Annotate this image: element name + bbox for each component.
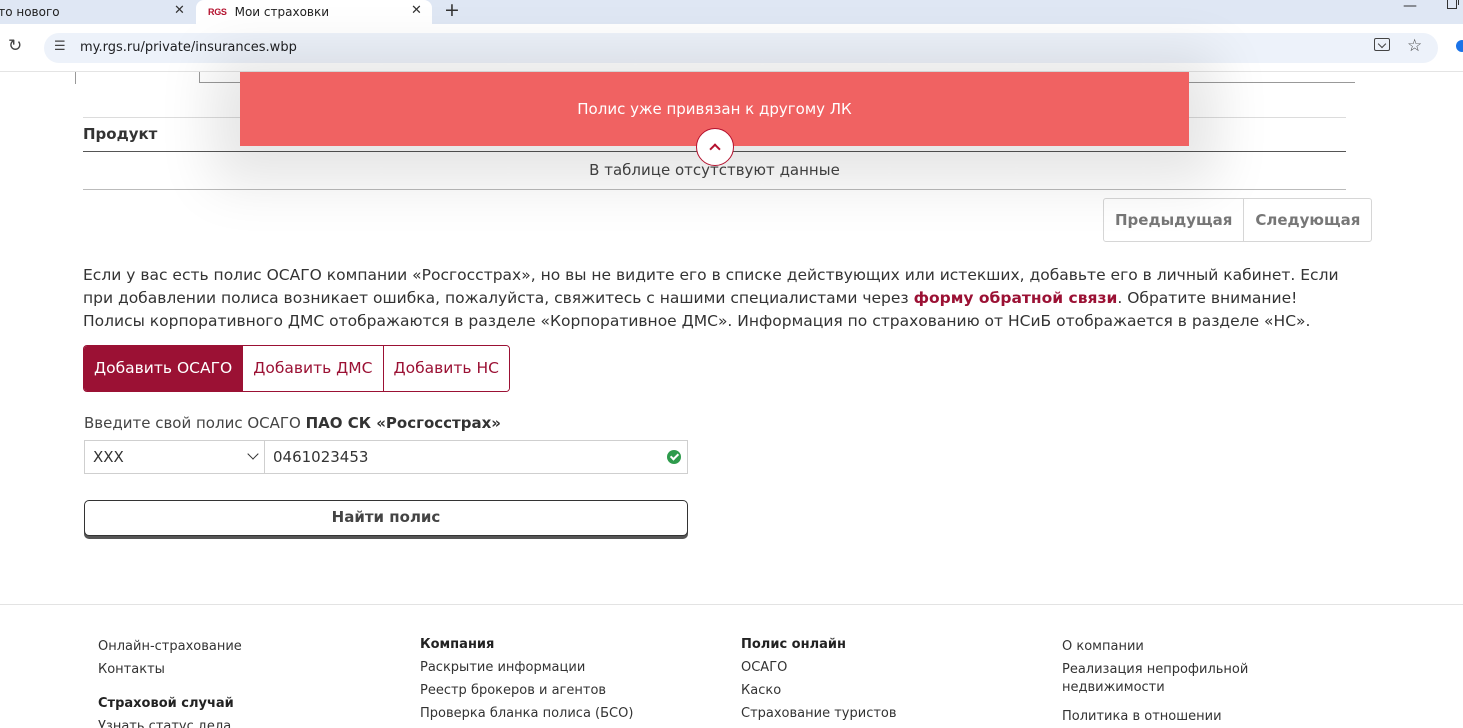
footer-link[interactable]: Контакты bbox=[98, 658, 242, 681]
footer-link[interactable]: Раскрытие информации bbox=[420, 656, 633, 679]
tab-add-osago[interactable]: Добавить ОСАГО bbox=[84, 346, 243, 391]
install-app-icon[interactable] bbox=[1374, 38, 1390, 51]
find-policy-button[interactable]: Найти полис bbox=[84, 500, 688, 536]
column-header-product[interactable]: Продукт bbox=[83, 125, 157, 143]
footer-link[interactable]: Политика в отношении обработки bbox=[1062, 705, 1292, 728]
tab-panel-border bbox=[75, 72, 76, 84]
footer-link[interactable]: Проверка бланка полиса (БСО) bbox=[420, 702, 633, 725]
error-message: Полис уже привязан к другому ЛК bbox=[577, 100, 852, 118]
label-company: ПАО СК «Росгосстрах» bbox=[305, 414, 501, 432]
footer-heading: Страховой случай bbox=[98, 696, 234, 711]
browser-toolbar: ↻ ☰ my.rgs.ru/private/insurances.wbp ☆ bbox=[0, 24, 1463, 72]
policy-series-select[interactable]: XXX bbox=[84, 440, 265, 474]
pagination: Предыдущая Следующая bbox=[1103, 198, 1373, 242]
browser-tab-strip: Что нового ✕ RGS Мои страховки ✕ + — bbox=[0, 0, 1463, 24]
tab-add-ns[interactable]: Добавить НС bbox=[382, 346, 509, 391]
close-icon[interactable]: ✕ bbox=[174, 3, 185, 18]
footer-link[interactable]: Реализация непрофильной недвижимости bbox=[1062, 661, 1292, 697]
footer-column-4: О компании Реализация непрофильной недви… bbox=[1062, 635, 1292, 728]
bookmark-star-icon[interactable]: ☆ bbox=[1407, 36, 1422, 56]
footer-column-2: Компания Раскрытие информации Реестр бро… bbox=[420, 633, 633, 725]
collapse-notification-chevron-up-icon[interactable] bbox=[696, 128, 734, 166]
feedback-form-link[interactable]: форму обратной связи bbox=[914, 289, 1118, 307]
new-tab-plus-icon[interactable]: + bbox=[444, 0, 460, 21]
footer-column-1: Онлайн-страхование Контакты Страховой сл… bbox=[98, 635, 242, 728]
footer-link[interactable]: Онлайн-страхование bbox=[98, 635, 242, 658]
footer-link[interactable]: О компании bbox=[1062, 635, 1292, 658]
rgs-favicon-icon: RGS bbox=[208, 7, 227, 17]
footer-heading: Компания bbox=[420, 637, 495, 652]
policy-input-label: Введите свой полис ОСАГО ПАО СК «Росгосс… bbox=[84, 414, 501, 432]
minimize-icon[interactable]: — bbox=[1403, 0, 1417, 14]
tab-add-dms[interactable]: Добавить ДМС bbox=[242, 346, 383, 391]
url-text[interactable]: my.rgs.ru/private/insurances.wbp bbox=[80, 40, 297, 55]
tab-panel-border bbox=[199, 72, 200, 82]
tab-title: Мои страховки bbox=[234, 5, 330, 19]
info-paragraph: Если у вас есть полис ОСАГО компании «Ро… bbox=[83, 264, 1353, 333]
footer-column-3: Полис онлайн ОСАГО Каско Страхование тур… bbox=[741, 633, 897, 725]
pagination-previous-button[interactable]: Предыдущая bbox=[1104, 199, 1243, 241]
footer-link[interactable]: ОСАГО bbox=[741, 656, 897, 679]
tab-title: Что нового bbox=[0, 5, 60, 19]
footer-link[interactable]: Реестр брокеров и агентов bbox=[420, 679, 633, 702]
restore-window-icon[interactable] bbox=[1447, 0, 1459, 9]
page-content: Продукт В таблице отсутствуют данные Пол… bbox=[0, 72, 1463, 728]
reload-icon[interactable]: ↻ bbox=[8, 36, 22, 56]
policy-number-value: 0461023453 bbox=[273, 448, 369, 466]
close-icon[interactable]: ✕ bbox=[411, 3, 422, 18]
policy-series-value: XXX bbox=[93, 448, 124, 466]
app-root: Что нового ✕ RGS Мои страховки ✕ + — ↻ ☰… bbox=[0, 0, 1463, 728]
footer-heading: Полис онлайн bbox=[741, 637, 846, 652]
chevron-down-icon bbox=[247, 448, 259, 460]
site-settings-icon[interactable]: ☰ bbox=[54, 39, 66, 54]
site-footer: Онлайн-страхование Контакты Страховой сл… bbox=[0, 604, 1463, 728]
address-bar[interactable]: ☰ my.rgs.ru/private/insurances.wbp ☆ bbox=[44, 33, 1438, 63]
label-prefix: Введите свой полис ОСАГО bbox=[84, 414, 306, 432]
browser-tab-whats-new[interactable]: Что нового ✕ bbox=[0, 0, 194, 24]
footer-link[interactable]: Каско bbox=[741, 679, 897, 702]
pagination-next-button[interactable]: Следующая bbox=[1243, 199, 1371, 241]
add-policy-tabs: Добавить ОСАГО Добавить ДМС Добавить НС bbox=[83, 345, 510, 392]
browser-tab-my-insurances[interactable]: RGS Мои страховки ✕ bbox=[196, 0, 432, 24]
footer-link[interactable]: Узнать статус дела bbox=[98, 715, 242, 728]
policy-number-input[interactable]: 0461023453 bbox=[264, 440, 688, 474]
valid-check-icon bbox=[667, 450, 681, 464]
profile-avatar-icon[interactable] bbox=[1456, 40, 1463, 52]
footer-link[interactable]: Страхование туристов bbox=[741, 702, 897, 725]
